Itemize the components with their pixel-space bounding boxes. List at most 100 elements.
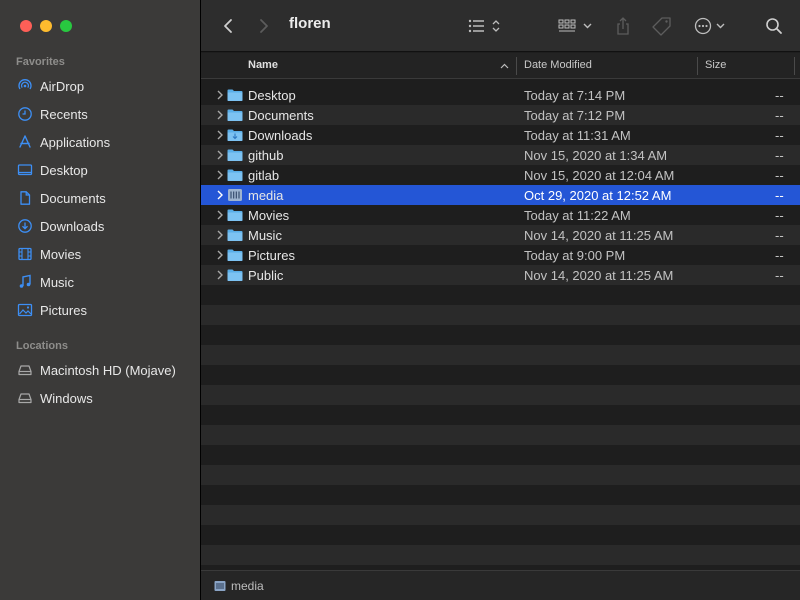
sidebar-item-pictures[interactable]: Pictures xyxy=(16,299,196,321)
empty-row xyxy=(201,365,800,385)
file-row[interactable]: Public Nov 14, 2020 at 11:25 AM -- xyxy=(201,265,800,285)
sidebar-item-label: AirDrop xyxy=(40,78,85,94)
disclosure-chevron-icon[interactable] xyxy=(215,228,225,242)
file-date-modified: Today at 7:12 PM xyxy=(524,108,626,123)
empty-row xyxy=(201,345,800,365)
tags-button[interactable] xyxy=(650,12,674,40)
file-size: -- xyxy=(775,188,784,203)
file-row[interactable]: Documents Today at 7:12 PM -- xyxy=(201,105,800,125)
column-divider[interactable] xyxy=(697,57,698,75)
sidebar-item-desktop[interactable]: Desktop xyxy=(16,159,196,181)
window-title: floren xyxy=(289,15,331,32)
zoom-window-button[interactable] xyxy=(60,20,72,32)
empty-row xyxy=(201,465,800,485)
folder-icon xyxy=(227,109,243,121)
view-mode-button[interactable] xyxy=(465,12,505,40)
file-row[interactable]: Downloads Today at 11:31 AM -- xyxy=(201,125,800,145)
disclosure-chevron-icon[interactable] xyxy=(215,208,225,222)
file-name: gitlab xyxy=(248,168,280,183)
empty-row xyxy=(201,505,800,525)
file-size: -- xyxy=(775,228,784,243)
chevron-right-icon xyxy=(260,19,268,33)
empty-row xyxy=(201,445,800,465)
file-size: -- xyxy=(775,268,784,283)
sidebar-item-airdrop[interactable]: AirDrop xyxy=(16,75,196,97)
minimize-window-button[interactable] xyxy=(40,20,52,32)
file-row[interactable]: gitlab Nov 15, 2020 at 12:04 AM -- xyxy=(201,165,800,185)
sidebar-item-music[interactable]: Music xyxy=(16,271,196,293)
file-date-modified: Oct 29, 2020 at 12:52 AM xyxy=(524,188,672,203)
file-row[interactable]: Movies Today at 11:22 AM -- xyxy=(201,205,800,225)
file-date-modified: Today at 11:22 AM xyxy=(524,208,631,223)
empty-row xyxy=(201,285,800,305)
tag-icon xyxy=(652,17,671,36)
media-folder-icon xyxy=(214,580,226,591)
file-size: -- xyxy=(775,148,784,163)
file-row[interactable]: media Oct 29, 2020 at 12:52 AM -- xyxy=(201,185,800,205)
path-bar: media xyxy=(201,570,800,600)
file-list[interactable]: Desktop Today at 7:14 PM -- Documents Today … xyxy=(201,85,800,570)
forward-button[interactable] xyxy=(253,12,275,40)
window-controls xyxy=(20,20,72,32)
column-header-size[interactable]: Size xyxy=(705,59,726,71)
action-menu-button[interactable] xyxy=(693,12,729,40)
disclosure-chevron-icon[interactable] xyxy=(215,168,225,182)
disclosure-chevron-icon[interactable] xyxy=(215,248,225,262)
file-row[interactable]: Music Nov 14, 2020 at 11:25 AM -- xyxy=(201,225,800,245)
column-header-date-modified[interactable]: Date Modified xyxy=(524,59,592,71)
search-icon xyxy=(766,18,782,34)
disclosure-chevron-icon[interactable] xyxy=(215,128,225,142)
share-icon xyxy=(617,17,629,35)
sidebar-item-applications[interactable]: Applications xyxy=(16,131,196,153)
document-icon xyxy=(16,190,33,207)
disclosure-chevron-icon[interactable] xyxy=(215,148,225,162)
sidebar-item-label: Recents xyxy=(40,106,88,122)
file-row[interactable]: Desktop Today at 7:14 PM -- xyxy=(201,85,800,105)
file-name: Documents xyxy=(248,108,314,123)
sidebar-item-recents[interactable]: Recents xyxy=(16,103,196,125)
column-header-name[interactable]: Name xyxy=(248,59,278,71)
file-size: -- xyxy=(775,248,784,263)
file-row[interactable]: Pictures Today at 9:00 PM -- xyxy=(201,245,800,265)
column-divider[interactable] xyxy=(794,57,795,75)
file-date-modified: Nov 15, 2020 at 12:04 AM xyxy=(524,168,675,183)
sidebar-item-documents[interactable]: Documents xyxy=(16,187,196,209)
sidebar-item-movies[interactable]: Movies xyxy=(16,243,196,265)
disk-icon xyxy=(16,390,33,407)
file-size: -- xyxy=(775,128,784,143)
file-date-modified: Nov 14, 2020 at 11:25 AM xyxy=(524,268,674,283)
sidebar-item-label: Windows xyxy=(40,390,93,406)
disclosure-chevron-icon[interactable] xyxy=(215,108,225,122)
search-button[interactable] xyxy=(763,12,785,40)
close-window-button[interactable] xyxy=(20,20,32,32)
file-size: -- xyxy=(775,88,784,103)
sidebar-item-windows[interactable]: Windows xyxy=(16,387,196,409)
download-icon xyxy=(16,218,33,235)
file-date-modified: Today at 9:00 PM xyxy=(524,248,626,263)
share-button[interactable] xyxy=(612,12,634,40)
column-divider[interactable] xyxy=(516,57,517,75)
disclosure-chevron-icon[interactable] xyxy=(215,88,225,102)
sidebar-item-macintosh-hd[interactable]: Macintosh HD (Mojave) xyxy=(16,359,196,381)
disk-icon xyxy=(16,362,33,379)
disclosure-chevron-icon[interactable] xyxy=(215,188,225,202)
empty-row xyxy=(201,425,800,445)
folder-icon xyxy=(227,249,243,261)
favorites-section-label: Favorites xyxy=(16,56,65,68)
sidebar-item-label: Documents xyxy=(40,190,106,206)
sidebar-item-downloads[interactable]: Downloads xyxy=(16,215,196,237)
file-name: Pictures xyxy=(248,248,295,263)
group-button[interactable] xyxy=(556,12,596,40)
path-item-media[interactable]: media xyxy=(231,579,264,593)
file-date-modified: Nov 14, 2020 at 11:25 AM xyxy=(524,228,674,243)
sidebar-item-label: Pictures xyxy=(40,302,87,318)
file-row[interactable]: github Nov 15, 2020 at 1:34 AM -- xyxy=(201,145,800,165)
disclosure-chevron-icon[interactable] xyxy=(215,268,225,282)
back-button[interactable] xyxy=(217,12,239,40)
locations-section-label: Locations xyxy=(16,340,68,352)
empty-row xyxy=(201,405,800,425)
file-name: Desktop xyxy=(248,88,296,103)
media-folder-icon xyxy=(228,189,242,201)
file-date-modified: Nov 15, 2020 at 1:34 AM xyxy=(524,148,668,163)
folder-icon xyxy=(227,169,243,181)
